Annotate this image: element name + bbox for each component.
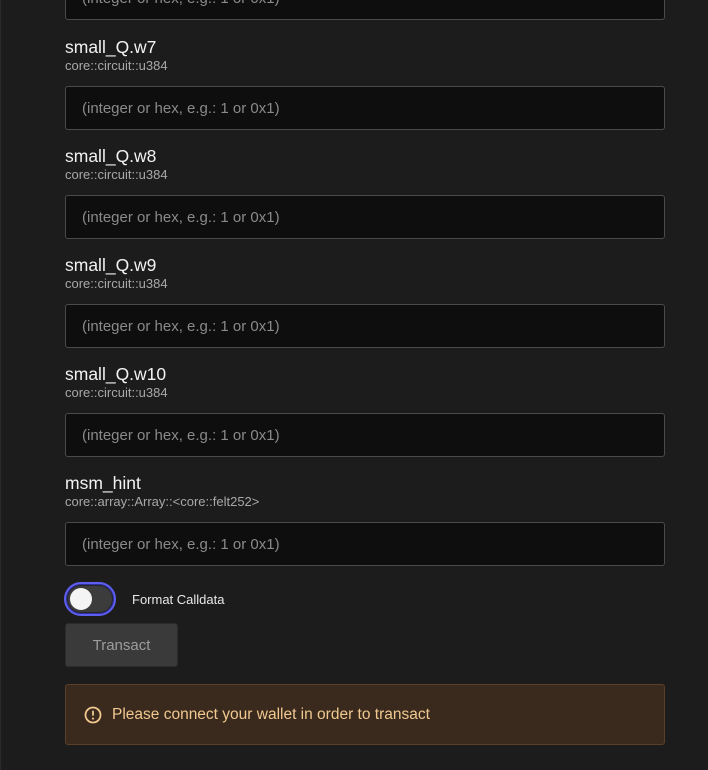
contract-write-panel: small_Q.w7 core::circuit::u384 small_Q.w…	[0, 0, 708, 770]
field-msm-hint: msm_hint core::array::Array::<core::felt…	[65, 473, 665, 566]
field-name: msm_hint	[65, 473, 141, 493]
alert-message: Please connect your wallet in order to t…	[112, 705, 430, 723]
field-small-q-w9: small_Q.w9 core::circuit::u384	[65, 255, 665, 348]
field-input-prev[interactable]	[65, 0, 665, 20]
small-q-w8-input[interactable]	[66, 196, 664, 238]
alert-circle-icon	[84, 706, 102, 724]
field-name: small_Q.w10	[65, 364, 167, 384]
field-small-q-w10: small_Q.w10 core::circuit::u384	[65, 364, 665, 457]
small-q-w9-input[interactable]	[66, 305, 664, 347]
format-calldata-toggle[interactable]	[64, 582, 116, 616]
field-name: small_Q.w9	[65, 255, 157, 275]
transact-button[interactable]: Transact	[65, 623, 178, 667]
field-type: core::circuit::u384	[65, 385, 168, 400]
field-small-q-w8: small_Q.w8 core::circuit::u384	[65, 146, 665, 239]
wallet-alert: Please connect your wallet in order to t…	[65, 684, 665, 745]
field-type: core::array::Array::<core::felt252>	[65, 494, 260, 509]
format-calldata-row: Format Calldata	[64, 582, 224, 616]
field-input-wrapper	[65, 304, 665, 348]
field-type: core::circuit::u384	[65, 276, 168, 291]
field-name: small_Q.w7	[65, 37, 157, 57]
field-input-wrapper	[65, 195, 665, 239]
field-type: core::circuit::u384	[65, 167, 168, 182]
field-input-wrapper	[65, 413, 665, 457]
field-small-q-w7: small_Q.w7 core::circuit::u384	[65, 37, 665, 130]
field-type: core::circuit::u384	[65, 58, 168, 73]
small-q-w7-input[interactable]	[66, 87, 664, 129]
panel-divider	[0, 0, 1, 770]
field-name: small_Q.w8	[65, 146, 157, 166]
prev-field-input[interactable]	[66, 0, 664, 19]
toggle-knob	[70, 588, 92, 610]
format-calldata-label: Format Calldata	[132, 591, 225, 607]
field-input-wrapper	[65, 86, 665, 130]
msm-hint-input[interactable]	[66, 523, 664, 565]
field-input-wrapper	[65, 522, 665, 566]
small-q-w10-input[interactable]	[66, 414, 664, 456]
